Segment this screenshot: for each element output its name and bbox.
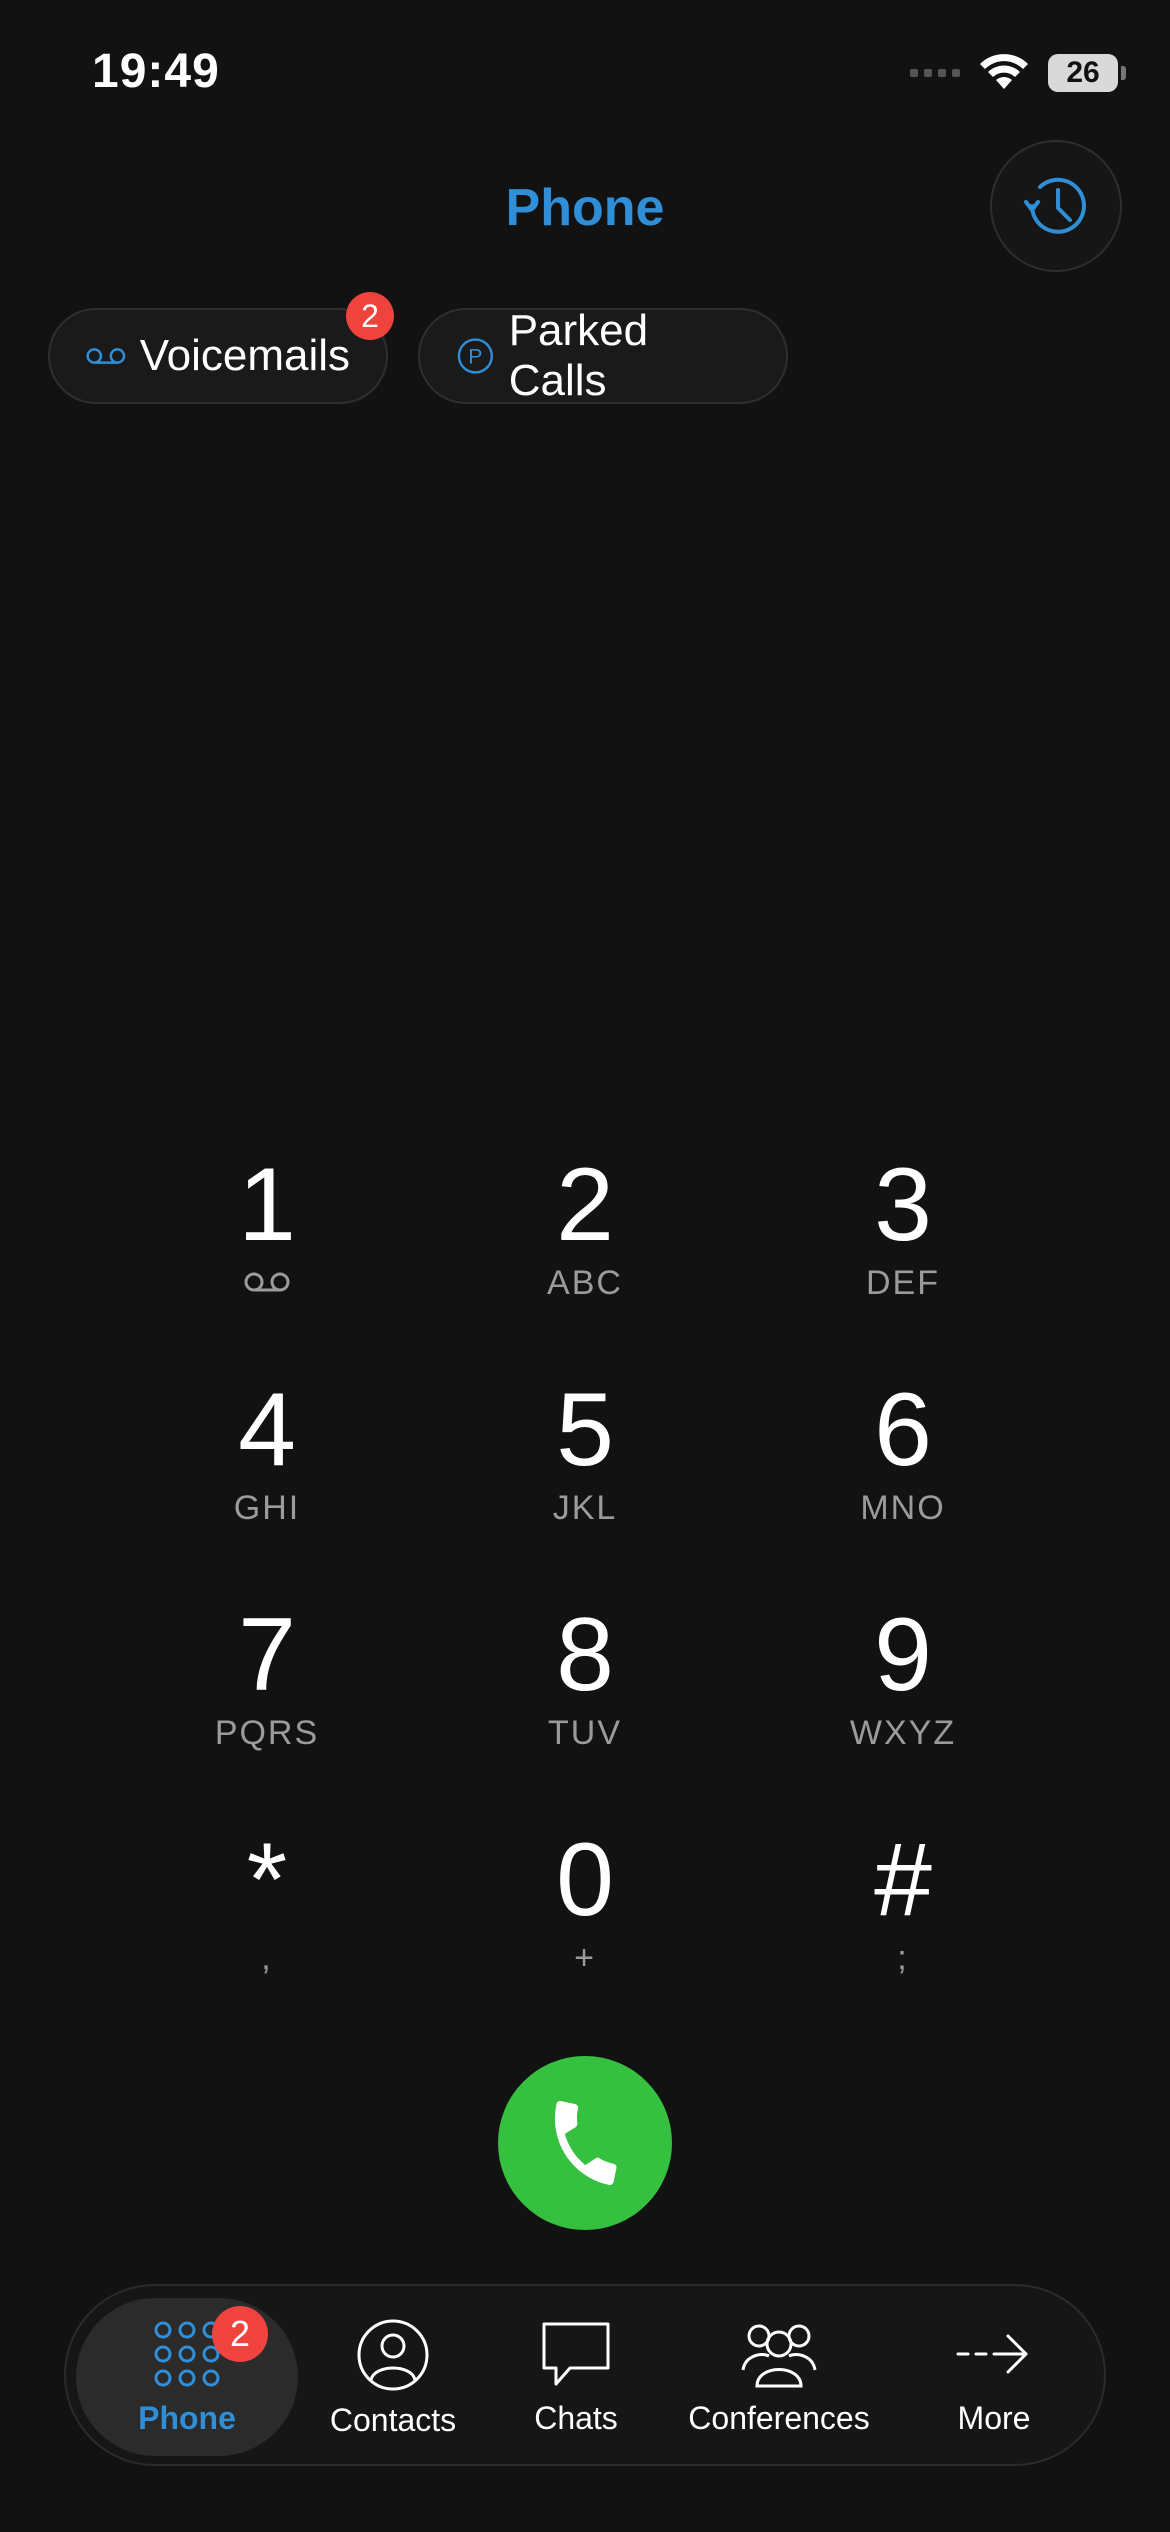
voicemails-badge: 2 [346,292,394,340]
key-letters: , [261,1939,273,1977]
status-time: 19:49 [92,45,220,98]
key-digit: 5 [556,1372,614,1488]
key-letters: + [574,1939,596,1977]
key-0[interactable]: 0 + [475,1825,695,2025]
key-6[interactable]: 6 MNO [793,1375,1013,1575]
tab-label: More [957,2400,1031,2436]
key-digit: 8 [556,1597,614,1713]
svg-text:P: P [468,345,482,369]
contact-icon [357,2319,429,2391]
key-digit: 3 [874,1147,932,1263]
key-1[interactable]: 1 [157,1150,377,1350]
key-2[interactable]: 2 ABC [475,1150,695,1350]
voicemails-label: Voicemails [139,331,350,380]
tab-label: Conferences [688,2400,870,2436]
key-letters: WXYZ [849,1714,957,1752]
tab-conferences[interactable]: Conferences [664,2298,894,2456]
key-letters: JKL [552,1489,618,1527]
phone-screen: 19:49 26 Phone Voicemails 2 P Parked Cal… [0,0,1170,2532]
key-7[interactable]: 7 PQRS [157,1600,377,1800]
tab-phone[interactable]: Phone 2 [76,2298,298,2456]
key-3[interactable]: 3 DEF [793,1150,1013,1350]
tab-label: Chats [534,2400,618,2436]
phone-tab-badge: 2 [212,2306,268,2362]
parked-calls-label: Parked Calls [508,306,649,405]
status-indicators: 26 [910,50,1126,96]
voicemails-button[interactable]: Voicemails 2 [48,292,394,404]
key-digit: 4 [238,1372,296,1488]
key-letters: PQRS [214,1714,320,1752]
history-clock-icon [1024,177,1086,234]
key-4[interactable]: 4 GHI [157,1375,377,1575]
tab-chats[interactable]: Chats [488,2298,664,2456]
phone-handset-icon [555,2101,617,2185]
key-digit: # [874,1822,932,1938]
parked-calls-button[interactable]: P Parked Calls [418,306,788,405]
key-letters: ; [897,1939,909,1977]
key-5[interactable]: 5 JKL [475,1375,695,1575]
battery-icon: 26 [1048,54,1126,92]
key-9[interactable]: 9 WXYZ [793,1600,1013,1800]
key-digit: 0 [556,1822,614,1938]
key-voicemail-icon [243,1264,291,1304]
key-letters: MNO [860,1489,946,1527]
call-history-button[interactable] [990,140,1122,272]
key-digit: 9 [874,1597,932,1713]
key-letters: DEF [866,1264,940,1302]
key-star[interactable]: * , [157,1825,377,2025]
tab-more[interactable]: More [894,2298,1094,2456]
key-digit: 6 [874,1372,932,1488]
tab-label: Phone [138,2400,236,2436]
bottom-tab-bar: Phone 2 Contacts Chats Conferences More [64,2284,1106,2466]
key-digit: * [246,1822,288,1938]
voicemail-icon [86,348,126,364]
chat-bubble-icon [542,2322,610,2386]
key-letters: GHI [233,1489,301,1527]
tab-label: Contacts [329,2402,457,2438]
parking-icon: P [457,338,494,374]
battery-level: 26 [1066,56,1100,89]
key-8[interactable]: 8 TUV [475,1600,695,1800]
call-button[interactable] [498,2056,672,2230]
tab-contacts[interactable]: Contacts [298,2298,488,2456]
cellular-signal-icon [910,69,960,77]
key-hash[interactable]: # ; [793,1825,1013,2025]
group-icon [741,2324,817,2388]
key-digit: 1 [238,1147,296,1263]
arrow-right-icon [956,2334,1028,2374]
wifi-icon [980,54,1028,89]
key-digit: 7 [238,1597,296,1713]
key-letters: ABC [547,1264,623,1302]
key-digit: 2 [556,1147,614,1263]
key-letters: TUV [548,1714,622,1752]
